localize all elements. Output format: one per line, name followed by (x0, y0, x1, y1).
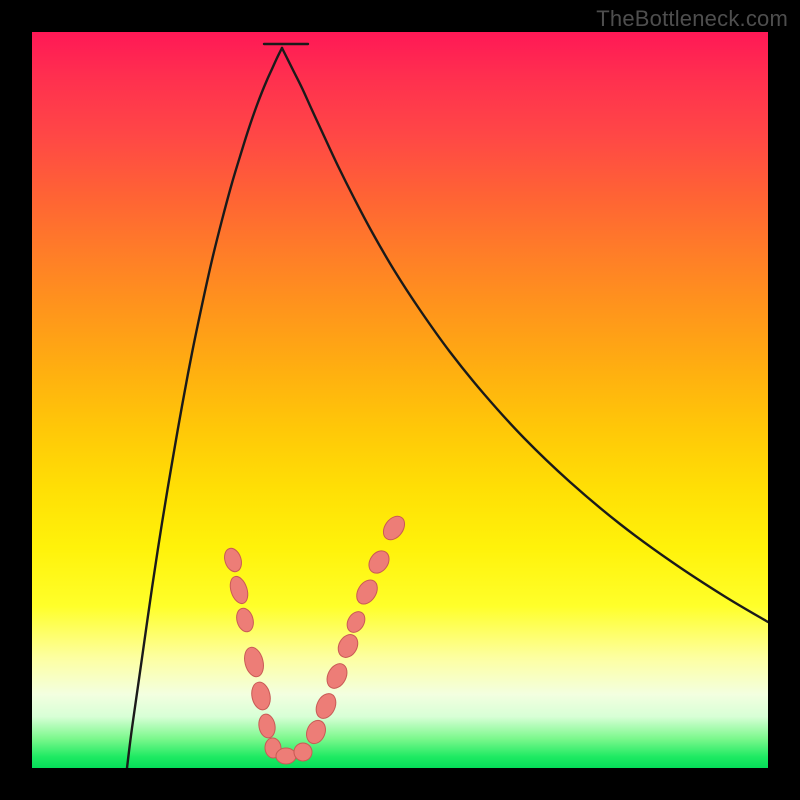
data-marker-14 (352, 576, 381, 608)
chart-frame: TheBottleneck.com (0, 0, 800, 800)
data-marker-12 (334, 631, 361, 661)
data-marker-7 (276, 748, 296, 764)
data-marker-1 (227, 574, 251, 606)
data-marker-0 (222, 546, 245, 574)
curve-right-curve (282, 48, 768, 622)
data-marker-4 (249, 680, 272, 711)
data-marker-11 (323, 660, 351, 691)
watermark-text: TheBottleneck.com (596, 6, 788, 32)
data-marker-13 (344, 608, 369, 635)
curves-layer (32, 32, 768, 768)
data-marker-15 (365, 547, 393, 577)
data-marker-9 (303, 718, 329, 747)
data-marker-5 (257, 713, 277, 739)
data-marker-2 (234, 606, 256, 633)
data-marker-3 (242, 645, 267, 678)
plot-area (32, 32, 768, 768)
data-marker-10 (312, 690, 339, 721)
data-marker-16 (379, 512, 409, 544)
